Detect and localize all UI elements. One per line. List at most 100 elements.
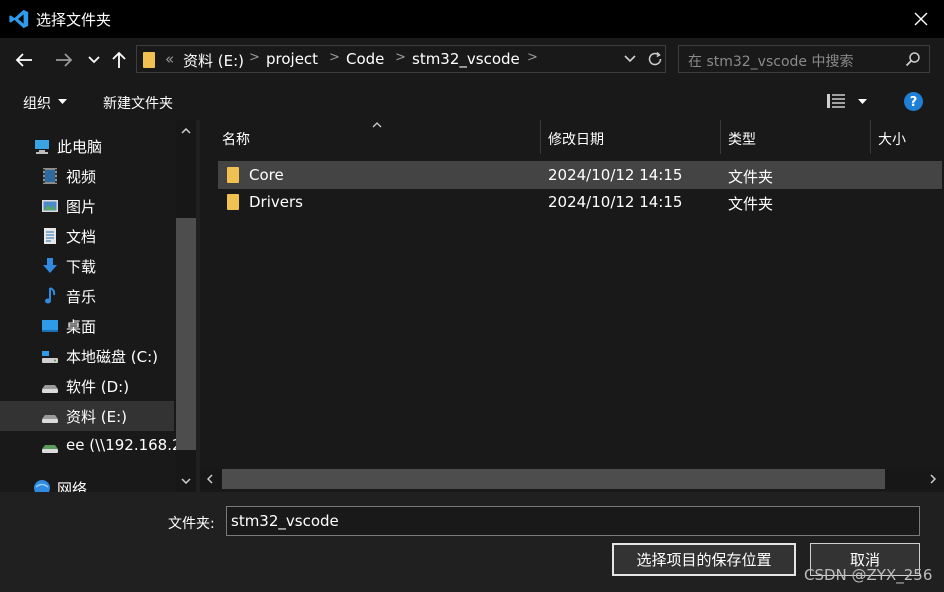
recent-locations-button[interactable] — [82, 48, 106, 72]
drive-icon — [42, 385, 58, 393]
breadcrumb-separator-icon[interactable]: > — [395, 50, 406, 65]
nav-item-music[interactable]: 音乐 — [0, 281, 174, 311]
nav-item-pictures[interactable]: 图片 — [0, 191, 174, 221]
select-folder-button[interactable]: 选择项目的保存位置 — [612, 543, 796, 576]
vscode-icon — [9, 9, 29, 29]
table-row[interactable]: Drivers 2024/10/12 14:15 文件夹 — [218, 188, 942, 216]
folder-icon — [227, 167, 239, 183]
help-icon[interactable]: ? — [904, 92, 923, 111]
pc-icon — [35, 140, 49, 154]
chevron-down-icon[interactable] — [624, 55, 636, 63]
file-list: 名称 修改日期 类型 大小 Core 2024/10/12 14:15 文件夹 … — [200, 120, 944, 492]
nav-item-this-pc[interactable]: 此电脑 — [0, 131, 174, 161]
picture-icon — [42, 200, 58, 212]
breadcrumb-separator-icon[interactable]: > — [527, 50, 538, 65]
svg-text:?: ? — [910, 95, 918, 110]
nav-item-label: 音乐 — [66, 288, 97, 306]
breadcrumb-drive[interactable]: 资料 (E:) — [183, 50, 244, 71]
folder-label: 文件夹: — [168, 516, 215, 532]
file-modified: 2024/10/12 14:15 — [548, 166, 683, 184]
folder-icon — [227, 194, 239, 210]
table-row[interactable]: Core 2024/10/12 14:15 文件夹 — [218, 161, 942, 189]
organize-menu[interactable]: 组织 — [23, 93, 51, 113]
nav-item-label: 图片 — [66, 198, 97, 216]
nav-item-label: 文档 — [66, 228, 97, 246]
download-icon — [43, 258, 57, 273]
drive-icon — [42, 351, 58, 363]
view-list-icon[interactable] — [827, 94, 845, 108]
network-drive-icon — [42, 445, 58, 453]
document-icon — [44, 228, 56, 244]
nav-item-label: 本地磁盘 (C:) — [66, 348, 158, 366]
chevron-down-icon[interactable] — [181, 478, 191, 484]
nav-item-documents[interactable]: 文档 — [0, 221, 174, 251]
nav-item-label: 资料 (E:) — [66, 408, 128, 426]
command-bar: 组织 新建文件夹 ? — [0, 82, 944, 120]
column-header-modified[interactable]: 修改日期 — [548, 129, 604, 149]
nav-item-label: 网络 — [57, 480, 88, 492]
column-header-type[interactable]: 类型 — [728, 129, 756, 149]
nav-item-network[interactable]: 网络 — [0, 473, 174, 492]
breadcrumb-separator-icon[interactable]: > — [249, 50, 260, 65]
sort-ascending-icon — [372, 122, 382, 128]
nav-item-drive-d[interactable]: 软件 (D:) — [0, 371, 174, 401]
chevron-left-icon[interactable] — [207, 474, 213, 484]
file-name: Drivers — [249, 193, 303, 211]
file-modified: 2024/10/12 14:15 — [548, 193, 683, 211]
column-header-size[interactable]: 大小 — [878, 129, 906, 149]
nav-item-drive-c[interactable]: 本地磁盘 (C:) — [0, 341, 174, 371]
arrow-up-icon — [112, 51, 126, 68]
watermark: CSDN @ZYX_256 — [804, 566, 933, 584]
refresh-icon[interactable] — [647, 51, 663, 67]
search-input[interactable]: 在 stm32_vscode 中搜索 — [688, 51, 853, 71]
file-name: Core — [249, 166, 284, 184]
nav-scrollbar-thumb[interactable] — [176, 218, 196, 450]
close-icon — [914, 12, 928, 26]
navigation-pane: 此电脑 视频 图片 文档 下载 音乐 桌面 本地磁盘 (C:) 软件 (D:) … — [0, 120, 196, 492]
address-box[interactable]: « 资料 (E:) > project > Code > stm32_vscod… — [136, 45, 666, 73]
nav-item-videos[interactable]: 视频 — [0, 161, 174, 191]
drive-icon — [42, 415, 58, 423]
column-divider[interactable] — [870, 120, 871, 154]
nav-item-desktop[interactable]: 桌面 — [0, 311, 174, 341]
nav-item-downloads[interactable]: 下载 — [0, 251, 174, 281]
chevron-right-icon[interactable] — [930, 474, 936, 484]
file-type: 文件夹 — [728, 195, 774, 213]
column-divider[interactable] — [720, 120, 721, 154]
column-header-name[interactable]: 名称 — [222, 129, 250, 149]
search-icon[interactable] — [905, 51, 921, 67]
file-type: 文件夹 — [728, 168, 774, 186]
nav-item-label: 视频 — [66, 168, 97, 186]
chevron-up-icon[interactable] — [181, 128, 191, 134]
search-box[interactable]: 在 stm32_vscode 中搜索 — [678, 45, 930, 73]
breadcrumb-separator-icon[interactable]: > — [329, 50, 340, 65]
window-title: 选择文件夹 — [36, 11, 112, 29]
forward-button[interactable] — [52, 48, 76, 72]
folder-icon — [143, 52, 155, 68]
close-button[interactable] — [906, 6, 936, 32]
folder-name-field[interactable] — [226, 506, 920, 536]
breadcrumb-stm32[interactable]: stm32_vscode — [412, 50, 520, 68]
arrow-right-icon — [56, 53, 73, 67]
nav-item-label: ee (\\192.168.2 — [66, 436, 182, 454]
music-icon — [45, 287, 56, 304]
nav-item-label: 桌面 — [66, 318, 97, 336]
arrow-left-icon — [15, 53, 32, 67]
column-divider[interactable] — [540, 120, 541, 154]
nav-item-label: 软件 (D:) — [66, 378, 130, 396]
breadcrumb-project[interactable]: project — [266, 50, 318, 68]
breadcrumb-code[interactable]: Code — [346, 50, 384, 68]
title-bar: 选择文件夹 — [0, 0, 944, 38]
up-button[interactable] — [107, 48, 131, 72]
caret-down-icon[interactable] — [58, 99, 67, 104]
nav-item-label: 下载 — [66, 258, 97, 276]
back-button[interactable] — [12, 48, 36, 72]
chevron-down-icon — [88, 56, 100, 64]
horizontal-scrollbar-thumb[interactable] — [222, 469, 885, 489]
network-icon — [34, 480, 50, 492]
caret-down-icon[interactable] — [858, 99, 867, 104]
nav-item-drive-e[interactable]: 资料 (E:) — [0, 401, 174, 431]
new-folder-button[interactable]: 新建文件夹 — [103, 93, 173, 113]
overflow-crumbs[interactable]: « — [165, 50, 174, 68]
nav-item-network-share[interactable]: ee (\\192.168.2 — [0, 431, 182, 461]
